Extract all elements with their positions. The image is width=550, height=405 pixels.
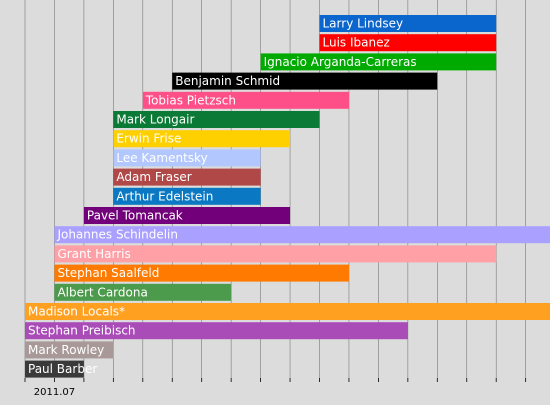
bar-label: Madison Locals* [28,305,125,319]
bar-group: Stephan Preibisch [25,322,408,340]
bar-label: Mark Longair [116,113,194,127]
bar-group: Mark Longair [113,111,320,128]
bar-group: Paul Barber [25,360,97,378]
bar-label: Adam Fraser [116,170,191,184]
bar-label: Arthur Edelstein [116,189,213,203]
bar-group: Adam Fraser [113,168,261,186]
bar-group: Stephan Saalfeld [54,264,349,282]
bar-label: Mark Rowley [28,343,104,357]
bar-label: Stephan Saalfeld [57,266,159,280]
bar-label: Lee Kamentsky [116,151,207,165]
bar-group: Ignacio Arganda-Carreras [260,53,497,71]
bar-group: Luis Ibanez [319,34,497,52]
bar-label: Grant Harris [57,247,130,261]
bar-group: Grant Harris [54,245,497,263]
bar-group: Mark Rowley [25,341,114,359]
bar-group: Tobias Pietzsch [142,91,349,109]
bar-group: Benjamin Schmid [172,72,438,90]
bar-label: Erwin Frise [116,132,181,146]
bar-label: Pavel Tomancak [87,209,183,223]
bar-group: Larry Lindsey [319,15,497,32]
bar-group: Pavel Tomancak [83,207,291,224]
bar-label: Albert Cardona [57,285,147,299]
bar-label: Larry Lindsey [323,17,404,31]
bar-group: Erwin Frise [113,130,291,148]
bar-group: Lee Kamentsky [113,149,261,167]
bar-label: Luis Ibanez [323,36,390,50]
bar-label: Ignacio Arganda-Carreras [264,55,417,69]
bar-label: Benjamin Schmid [175,74,280,88]
bar-group: Arthur Edelstein [113,187,261,205]
bar-label: Stephan Preibisch [28,324,136,338]
bar-group: Albert Cardona [54,283,232,301]
bar-group: Johannes Schindelin [54,226,550,244]
timeline-chart: Larry Lindsey Luis Ibanez Ignacio Arganda-… [0,0,550,405]
bar-group: Madison Locals* [25,303,550,320]
bar-label: Johannes Schindelin [56,228,178,242]
x-tick-label: 2011.07 [34,387,75,398]
bar-label: Paul Barber [28,362,97,376]
bar-label: Tobias Pietzsch [145,93,236,107]
x-axis-tick-labels: 2011.07 [34,387,75,398]
